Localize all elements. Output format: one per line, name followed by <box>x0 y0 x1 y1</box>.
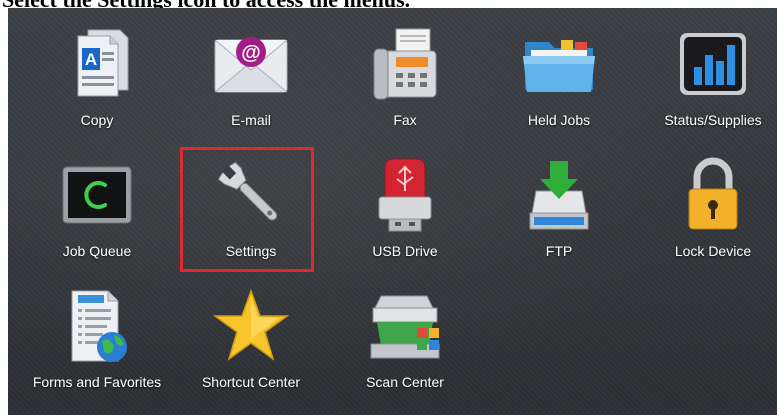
fax-icon <box>367 26 443 102</box>
settings-highlight-box <box>180 147 314 272</box>
lock-device-label: Lock Device <box>674 243 752 259</box>
shortcut-center-label: Shortcut Center <box>201 374 301 390</box>
copy-label: Copy <box>80 112 114 128</box>
forms-favorites-app-button[interactable]: Forms and Favorites <box>22 280 172 404</box>
usb-drive-app-button[interactable]: USB Drive <box>330 149 480 273</box>
fax-app-button[interactable]: Fax <box>330 18 480 142</box>
status-supplies-icon <box>675 26 751 102</box>
forms-favorites-label: Forms and Favorites <box>32 374 162 390</box>
ftp-app-button[interactable]: FTP <box>484 149 634 273</box>
job-queue-app-button[interactable]: Job Queue <box>22 149 172 273</box>
svg-text:A: A <box>85 50 97 69</box>
scanner-icon <box>367 288 443 364</box>
job-queue-icon <box>59 157 135 233</box>
ftp-icon <box>521 157 597 233</box>
svg-text:@: @ <box>241 42 261 64</box>
scan-center-app-button[interactable]: Scan Center <box>330 280 480 404</box>
home-screen: A Copy @ E-mail Fax Held Jobs Status/Sup… <box>8 8 777 415</box>
usb-drive-label: USB Drive <box>372 243 438 259</box>
status-supplies-app-button[interactable]: Status/Supplies <box>638 18 777 142</box>
lock-icon <box>675 157 751 233</box>
ftp-label: FTP <box>545 243 573 259</box>
star-icon <box>213 288 289 364</box>
scan-center-label: Scan Center <box>366 374 444 390</box>
status-supplies-label: Status/Supplies <box>664 112 762 128</box>
forms-favorites-icon <box>59 288 135 364</box>
email-label: E-mail <box>231 112 271 128</box>
fax-label: Fax <box>393 112 417 128</box>
email-icon: @ <box>213 26 289 102</box>
usb-drive-icon <box>367 157 443 233</box>
held-jobs-label: Held Jobs <box>527 112 591 128</box>
held-jobs-icon <box>521 26 597 102</box>
email-app-button[interactable]: @ E-mail <box>176 18 326 142</box>
job-queue-label: Job Queue <box>62 243 132 259</box>
copy-icon: A <box>59 26 135 102</box>
lock-device-app-button[interactable]: Lock Device <box>638 149 777 273</box>
copy-app-button[interactable]: A Copy <box>22 18 172 142</box>
held-jobs-app-button[interactable]: Held Jobs <box>484 18 634 142</box>
shortcut-center-app-button[interactable]: Shortcut Center <box>176 280 326 404</box>
